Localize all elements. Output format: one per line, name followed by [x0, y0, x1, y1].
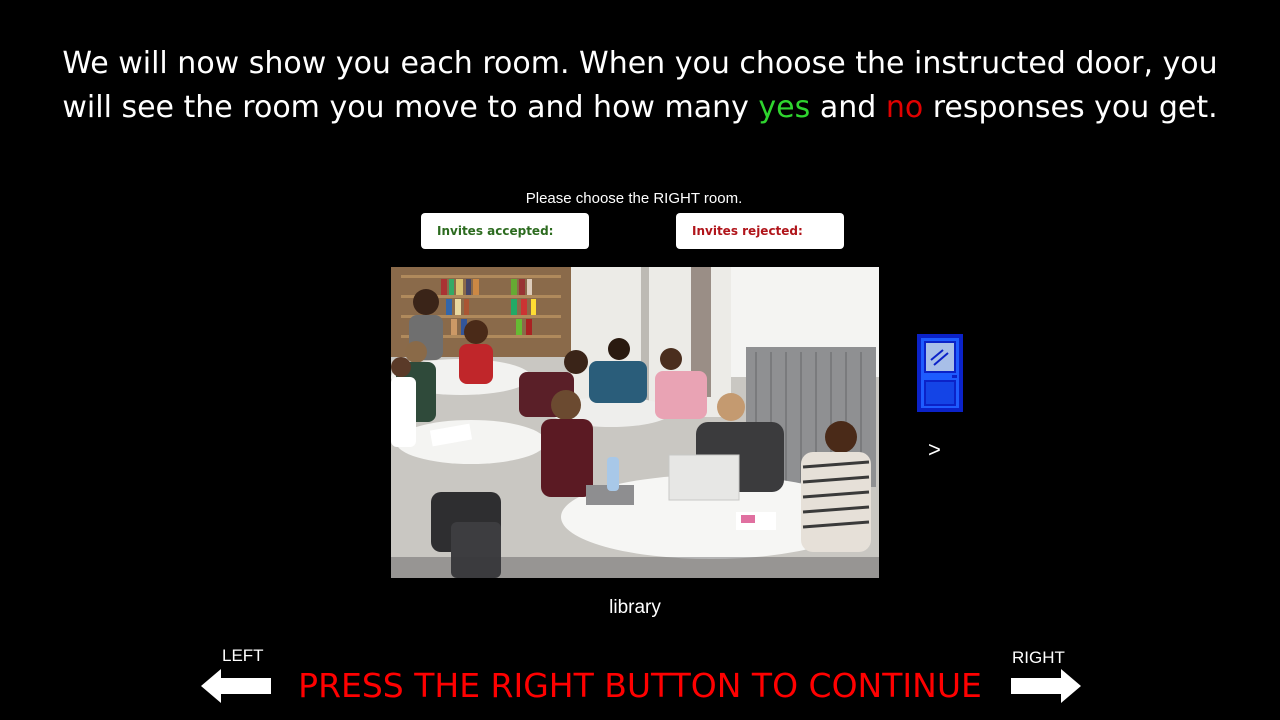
no-word: no	[885, 90, 924, 125]
left-label: LEFT	[222, 646, 264, 665]
room-caption: library	[609, 597, 661, 618]
right-label: RIGHT	[1012, 648, 1065, 667]
continue-instruction: PRESS THE RIGHT BUTTON TO CONTINUE	[298, 666, 982, 705]
yes-word: yes	[758, 90, 811, 125]
room-choice-prompt: Please choose the RIGHT room.	[525, 190, 743, 207]
right-arrow-icon[interactable]	[1011, 669, 1081, 703]
instructions-text: We will now show you each room. When you…	[40, 42, 1240, 130]
door-icon[interactable]	[916, 333, 964, 413]
and-word: and	[819, 90, 877, 125]
instructions-line-2-end: responses you get.	[932, 90, 1218, 125]
instructions-line-1: We will now show you each room. When you…	[62, 46, 1218, 81]
left-arrow-icon[interactable]	[201, 669, 271, 703]
instruction-slide: We will now show you each room. When you…	[0, 0, 1280, 720]
instructions-line-2-start: will see the room you move to and how ma…	[62, 90, 749, 125]
invites-accepted-box: Invites accepted:	[421, 213, 589, 249]
instructions-line-2: will see the room you move to and how ma…	[40, 86, 1240, 130]
invites-rejected-box: Invites rejected:	[676, 213, 844, 249]
room-photo	[391, 267, 879, 578]
door-key-hint: >	[928, 437, 941, 462]
invites-rejected-label: Invites rejected:	[692, 224, 803, 238]
invites-accepted-label: Invites accepted:	[437, 224, 554, 238]
